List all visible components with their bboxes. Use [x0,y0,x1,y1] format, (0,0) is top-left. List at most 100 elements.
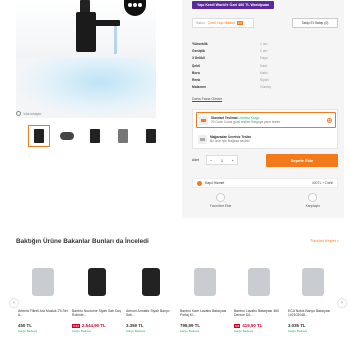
product-card[interactable]: ECA Nobis Banyo Bataryası 102102048... 3… [288,257,338,343]
thumbnail[interactable] [140,125,162,147]
add-to-favorites-button[interactable]: Favorilere Ekle [210,193,231,208]
product-name[interactable]: Artema Filtreli Ara Musluk 2'li Set A... [18,309,68,317]
product-card[interactable]: Banbro Nocturne Siyah Satı Duş Robinle..… [72,257,122,343]
spec-value: Kare [260,63,268,68]
increase-quantity-button[interactable]: + [232,158,234,163]
spec-value: 1 cm [260,48,268,53]
product-image[interactable] [126,257,176,307]
product-card[interactable]: Armoni Armatür Siyah Banyo Seti... 3.359… [126,257,176,343]
installation-service-row[interactable]: Kapıl Hizmet 400TL + Dahil [192,178,338,188]
carousel-prev-button[interactable]: ‹ [10,299,18,307]
faucet-icon [302,268,324,296]
thumbnail[interactable] [56,125,78,147]
product-image[interactable] [180,257,230,307]
water-stream [114,26,117,54]
product-price: 450 TL [18,323,32,328]
spec-key: Şekil [192,63,200,68]
faucet-body [76,12,96,52]
spec-key: Malzeme [192,85,207,90]
store-icon [198,134,207,144]
discount-badge: %10 [72,323,81,328]
quantity-label: Adet [192,158,199,162]
quantity-stepper[interactable]: − 1 + [206,155,238,165]
shipping-badge: Kargo Bedava [180,329,200,333]
product-card[interactable]: Artema Filtreli Ara Musluk 2'li Set A...… [18,257,68,343]
spec-row: Malzeme Gümüş [192,84,292,91]
product-price: 3.359 TL [126,323,144,328]
seller-info[interactable]: Satıcı: Çiveli Yapı Market 8.8 [192,18,254,28]
product-image[interactable] [288,257,338,307]
product-image[interactable] [72,257,122,307]
faucet-thumb-icon [34,129,44,143]
faucet-icon [194,268,216,296]
shipping-badge: Kargo Bedava [288,329,308,333]
seller-name[interactable]: Çiveli Yapı Market [208,21,235,25]
delivery-options: Standart Teslimat Ücretsiz Kargo 29 Ocak… [192,109,338,149]
shower-set-icon [88,268,106,296]
spec-table: Yükseklik 1 cm Genişlik 1 cm 3 Delikli Hayı… [192,40,292,91]
faucet-thumb-icon [60,132,74,140]
spec-row: Renk Siyah [192,76,292,83]
follow-seller-button[interactable]: Takip Et Satışı (0) [292,18,338,28]
see-all-link[interactable]: Tümünü Keşfet > [310,239,339,243]
spec-value: Kablı [260,70,268,75]
service-label: Kapıl Hizmet [205,181,225,185]
add-to-cart-button[interactable]: Sepete Ekle [266,153,338,167]
product-image[interactable] [234,257,284,307]
zoom-hint: Yakınlaştır [16,111,42,116]
compare-button[interactable]: Karşılaştır [306,193,320,208]
faucet-thumb-icon [118,129,128,143]
product-name[interactable]: Armoni Armatür Siyah Banyo Seti... [126,309,176,317]
decrease-quantity-button[interactable]: − [210,158,212,163]
carousel-next-button[interactable]: › [338,299,346,307]
spec-value: Hayır [260,56,269,61]
spec-row: 3 Delikli Hayır [192,55,292,62]
action-label: Favorilere Ekle [210,204,232,208]
sale-price: 2.544,90 TL [82,323,106,328]
show-more-features-link[interactable]: Daha Fazla Göster [192,97,222,101]
spec-row: Şekil Kare [192,62,292,69]
thumbnail[interactable] [28,125,50,147]
faucet-icon [248,268,270,296]
delivery-subtitle: 29 Ocak Cuma günü teslim! Kargoya yarın … [211,120,281,124]
product-name[interactable]: ECA Nobis Banyo Bataryası 102102048... [288,309,338,317]
quantity-value[interactable]: 1 [221,158,223,163]
discount-badge: %8 [234,323,241,328]
thumbnail[interactable] [112,125,134,147]
promo-badge[interactable]: Yapı Kredi World'e Özel 400 TL Worldpuan [192,1,275,9]
spec-row: Yükseklik 1 cm [192,40,292,47]
heart-icon [216,193,226,202]
product-price: 799,99 TL [180,323,201,328]
thumbnail[interactable] [84,125,106,147]
product-image[interactable] [18,257,68,307]
thumbnail-strip [28,125,162,147]
seller-row: Satıcı: Çiveli Yapı Market 8.8 Takip Et … [192,18,338,28]
sink-basin [16,58,156,118]
faucet-thumb-icon [146,129,156,143]
shower-set-icon [142,268,160,296]
product-name[interactable]: Banbro Nocturne Siyah Satı Duş Robinle..… [72,309,122,317]
compare-icon [308,193,318,202]
shipping-badge: Kargo Bedava [72,329,92,333]
action-label: Karşılaştır [305,204,320,208]
delivery-option-standard[interactable]: Standart Teslimat Ücretsiz Kargo 29 Ocak… [196,112,336,128]
faucet-thumb-icon [90,129,100,143]
seller-label: Satıcı: [196,21,206,25]
product-name[interactable]: Banbro Lavabo Bataryası 360 Derece Dö... [234,309,284,317]
product-card[interactable]: Banbro Lavabo Bataryası 360 Derece Dö...… [234,257,284,343]
spec-key: 3 Delikli [192,56,205,61]
shipping-badge: Kargo Bedava [18,329,38,333]
shipping-badge: Kargo Bedava [234,329,254,333]
selected-radio[interactable] [327,118,332,123]
sale-price: 419,90 TL [242,323,263,328]
spec-row: Genişlik 1 cm [192,47,292,54]
product-card[interactable]: Banbro Kare Lavabo Bataryası Portaj M...… [180,257,230,343]
delivery-option-store[interactable]: Mağazadan Ücretsiz Teslim Bu ürün için M… [196,131,336,147]
spec-value: Gümüş [260,85,271,90]
recommendations-title: Baktığın Ürüne Bakanlar Bunları da İncel… [16,238,149,245]
service-value: 400TL + Dahil [311,181,333,185]
main-product-image[interactable] [16,0,156,118]
product-name[interactable]: Banbro Kare Lavabo Bataryası Portaj M... [180,309,230,317]
spec-row: Boru Kablı [192,69,292,76]
service-icon [197,180,202,186]
